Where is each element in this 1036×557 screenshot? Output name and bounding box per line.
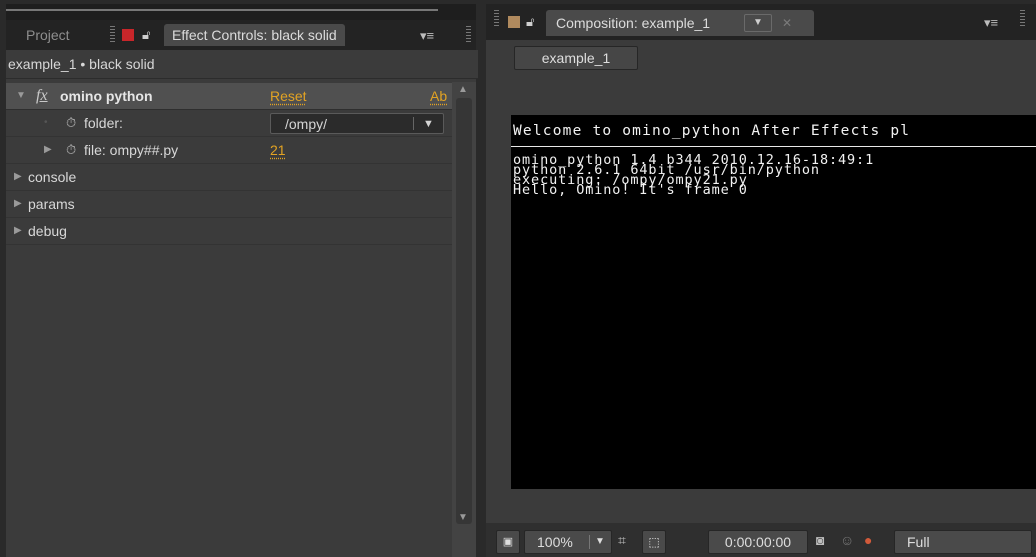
- zoom-value: 100%: [537, 534, 573, 550]
- timecode-button[interactable]: 0:00:00:00: [708, 530, 808, 554]
- composition-panel: 🔓︎ Composition: example_1 ▼ ✕ ▾≡ example…: [486, 4, 1036, 557]
- label-color-swatch: [122, 29, 134, 41]
- zoom-dropdown[interactable]: 100% ▼: [524, 530, 612, 554]
- about-link[interactable]: Ab: [430, 83, 447, 109]
- bullet-icon: •: [44, 117, 48, 128]
- property-group-params[interactable]: ▶ params: [6, 191, 452, 218]
- grid-icon[interactable]: ⌗: [618, 532, 626, 548]
- property-row-file: ▶ ⏱︎ file: ompy##.py 21: [6, 137, 452, 164]
- fx-icon[interactable]: fx: [36, 83, 48, 109]
- canvas-divider: [511, 146, 1036, 147]
- panel-menu-icon[interactable]: ▾≡: [984, 15, 998, 31]
- chevron-down-icon: ▼: [595, 536, 605, 547]
- vertical-scrollbar[interactable]: ▲ ▼: [452, 82, 476, 557]
- composition-viewer: Welcome to omino_python After Effects pl…: [486, 76, 1036, 523]
- resolution-dropdown[interactable]: Full: [894, 530, 1032, 554]
- expand-triangle-icon[interactable]: ▶: [14, 218, 22, 244]
- panel-grip-icon-right[interactable]: [466, 26, 471, 44]
- lock-icon[interactable]: 🔓︎: [142, 28, 150, 41]
- effect-name: omino python: [60, 88, 153, 104]
- lock-icon[interactable]: 🔓︎: [526, 15, 534, 28]
- expand-triangle-icon[interactable]: ▶: [14, 191, 22, 217]
- resolution-value: Full: [907, 534, 930, 550]
- property-group-debug[interactable]: ▶ debug: [6, 218, 452, 245]
- composition-canvas[interactable]: Welcome to omino_python After Effects pl…: [511, 115, 1036, 489]
- viewer-toolbar: ▣ 100% ▼ ⌗ ⬚ 0:00:00:00 ◙ ☺ ● Full: [486, 523, 1036, 557]
- left-tab-bar: Project 🔓︎ Effect Controls: black solid …: [6, 20, 476, 50]
- panel-menu-icon[interactable]: ▾≡: [420, 28, 434, 44]
- stopwatch-icon[interactable]: ⏱︎: [66, 137, 76, 163]
- expand-triangle-icon[interactable]: ▶: [14, 164, 22, 190]
- canvas-title: Welcome to omino_python After Effects pl: [513, 123, 911, 139]
- panel-grip-icon-right[interactable]: [1020, 10, 1025, 28]
- camera-icon[interactable]: ◙: [816, 532, 824, 548]
- reset-link[interactable]: Reset: [270, 83, 307, 109]
- group-label: params: [28, 196, 75, 212]
- channels-icon[interactable]: ●: [864, 532, 872, 548]
- property-label: file: ompy##.py: [84, 142, 179, 158]
- property-label: folder:: [84, 115, 123, 131]
- group-label: console: [28, 169, 77, 185]
- label-color-swatch: [508, 16, 520, 28]
- property-group-console[interactable]: ▶ console: [6, 164, 452, 191]
- close-icon[interactable]: ✕: [782, 10, 792, 36]
- tab-effect-controls[interactable]: Effect Controls: black solid: [164, 24, 345, 46]
- tab-project[interactable]: Project: [18, 24, 78, 46]
- effect-row[interactable]: ▼ fx omino python Reset Ab: [6, 83, 452, 110]
- composition-subbar: example_1: [486, 40, 1036, 76]
- tab-composition[interactable]: Composition: example_1 ▼ ✕: [546, 10, 814, 36]
- panel-top-strip: [6, 4, 476, 20]
- panel-grip-icon[interactable]: [494, 10, 499, 28]
- folder-dropdown[interactable]: /ompy/ ▼: [270, 113, 444, 134]
- effect-controls-panel: Project 🔓︎ Effect Controls: black solid …: [6, 4, 478, 557]
- composition-nav-tab[interactable]: example_1: [514, 46, 638, 70]
- snapshot-show-icon[interactable]: ☺: [840, 532, 854, 548]
- composition-dropdown-icon[interactable]: ▼: [744, 14, 772, 32]
- always-preview-icon[interactable]: ▣: [496, 530, 520, 554]
- file-number-value[interactable]: 21: [270, 137, 286, 163]
- composition-tab-title: Composition: example_1: [556, 15, 711, 31]
- group-label: debug: [28, 223, 67, 239]
- scroll-down-icon[interactable]: ▼: [458, 512, 468, 523]
- expand-triangle-icon[interactable]: ▶: [44, 137, 52, 163]
- stopwatch-icon[interactable]: ⏱︎: [66, 110, 76, 136]
- expand-triangle-icon[interactable]: ▼: [16, 83, 26, 109]
- breadcrumb: example_1 • black solid: [6, 50, 478, 79]
- region-of-interest-icon[interactable]: ⬚: [642, 530, 666, 554]
- chevron-down-icon: ▼: [423, 118, 434, 130]
- scroll-up-icon[interactable]: ▲: [458, 84, 468, 95]
- property-row-folder: • ⏱︎ folder: /ompy/ ▼: [6, 110, 452, 137]
- folder-dropdown-value: /ompy/: [285, 116, 328, 132]
- panel-grip-icon[interactable]: [110, 26, 115, 44]
- canvas-text-line: Hello, Omino! It's frame 0: [513, 182, 748, 198]
- right-tab-bar: 🔓︎ Composition: example_1 ▼ ✕ ▾≡: [486, 4, 1036, 40]
- scrollbar-thumb[interactable]: [456, 98, 472, 524]
